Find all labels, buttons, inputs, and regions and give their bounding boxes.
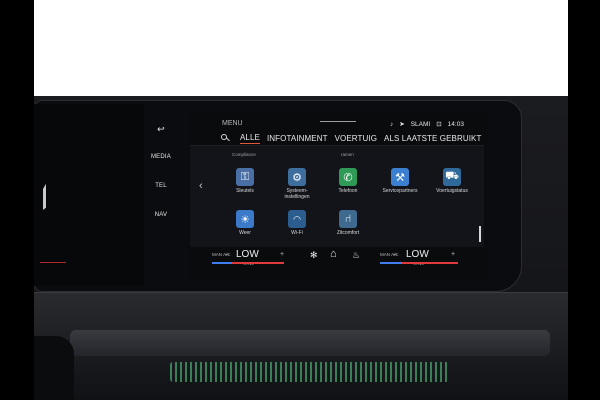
app-label: Weer bbox=[239, 230, 251, 236]
wifi-icon: ◠ bbox=[288, 210, 306, 228]
scrollbar[interactable] bbox=[479, 226, 481, 242]
app-telefoon[interactable]: ✆ Telefoon bbox=[326, 168, 370, 194]
weather-icon: ☀ bbox=[236, 210, 254, 228]
left-temp-scale-cold bbox=[212, 262, 232, 264]
right-temperature[interactable]: LOW bbox=[406, 249, 429, 260]
left-minus-button[interactable]: − bbox=[225, 252, 229, 259]
app-label: Zitcomfort bbox=[336, 230, 360, 236]
cluster-red-line bbox=[40, 262, 66, 263]
app-voertuigstatus[interactable]: ⛟ Voertuigstatus bbox=[430, 168, 474, 194]
seat-icon: ⑁ bbox=[339, 210, 357, 228]
left-temperature[interactable]: LOW bbox=[236, 249, 259, 260]
dashboard-ridge bbox=[70, 330, 550, 356]
location-arrow-icon: ➤ bbox=[399, 121, 405, 128]
home-icon[interactable]: ⌂ bbox=[330, 248, 337, 260]
right-plus-button[interactable]: + bbox=[451, 251, 455, 258]
tel-button[interactable]: TEL bbox=[146, 183, 176, 189]
tab-alle[interactable]: ALLE bbox=[240, 133, 260, 144]
key-icon: ⚿ bbox=[236, 168, 254, 186]
right-temp-scale-warm bbox=[402, 262, 458, 264]
app-systeeminstellingen[interactable]: ⚙ Systeem- instellingen bbox=[275, 168, 319, 200]
app-label: Sleutels bbox=[236, 188, 254, 194]
car-status-icon: ⛟ bbox=[443, 168, 461, 186]
app-weer[interactable]: ☀ Weer bbox=[223, 210, 267, 236]
photo-letterbox-left bbox=[0, 0, 34, 400]
search-icon[interactable] bbox=[221, 134, 230, 143]
app-label: Wi-Fi bbox=[291, 230, 303, 236]
app-label: Voertuigstatus bbox=[436, 188, 468, 194]
message-icon[interactable]: ⊡ bbox=[436, 120, 441, 128]
app-wifi[interactable]: ◠ Wi-Fi bbox=[275, 210, 319, 236]
tab-voertuig[interactable]: VOERTUIG bbox=[335, 134, 377, 143]
chevron-left-icon[interactable]: ‹ bbox=[199, 180, 203, 192]
ambient-light-strip bbox=[170, 362, 450, 382]
app-servicepartners[interactable]: ⚒ Servicepartners bbox=[378, 168, 422, 194]
tab-infotainment[interactable]: INFOTAINMENT bbox=[267, 134, 328, 143]
phone-icon: ✆ bbox=[339, 168, 357, 186]
user-name[interactable]: SLAMI bbox=[411, 121, 431, 128]
menu-tabs: ALLE INFOTAINMENT VOERTUIG ALS LAATSTE G… bbox=[221, 133, 481, 144]
app-sleutels[interactable]: ⚿ Sleutels bbox=[223, 168, 267, 194]
wrench-icon: ⚒ bbox=[391, 168, 409, 186]
background-wall bbox=[34, 0, 568, 108]
sub-label-ramen: ramen bbox=[341, 152, 354, 157]
media-button[interactable]: MEDIA bbox=[146, 154, 176, 160]
status-bar: ♪ ➤ SLAMI ⊡ 14:03 bbox=[390, 120, 464, 129]
climate-bar: MAN A/C − LOW SYNC + ✻ ⌂ ♨ MAN A/C − LOW… bbox=[192, 247, 482, 271]
seat-heat-icon[interactable]: ♨ bbox=[352, 250, 360, 261]
right-minus-button[interactable]: − bbox=[393, 252, 397, 259]
nav-button[interactable]: NAV bbox=[146, 212, 176, 218]
steering-column bbox=[34, 336, 74, 400]
gear-icon: ⚙ bbox=[288, 168, 306, 186]
app-label: Servicepartners bbox=[382, 188, 418, 194]
photo-letterbox-right bbox=[568, 0, 600, 400]
fan-icon[interactable]: ✻ bbox=[310, 250, 318, 261]
music-note-icon: ♪ bbox=[390, 120, 394, 128]
right-temp-scale-cold bbox=[380, 262, 402, 264]
instrument-cluster bbox=[34, 104, 144, 286]
drag-handle[interactable] bbox=[320, 121, 356, 122]
back-button[interactable]: ↩ bbox=[146, 124, 176, 135]
tab-als-laatste-gebruikt[interactable]: ALS LAATSTE GEBRUIKT bbox=[384, 134, 481, 143]
app-label: Systeem- instellingen bbox=[284, 188, 310, 200]
left-plus-button[interactable]: + bbox=[280, 251, 284, 258]
menu-title: MENU bbox=[222, 120, 243, 127]
sub-label-compliance: Compliance bbox=[232, 152, 256, 157]
app-label: Telefoon bbox=[338, 188, 358, 194]
app-zitcomfort[interactable]: ⑁ Zitcomfort bbox=[326, 210, 370, 236]
left-temp-scale-warm bbox=[232, 262, 284, 264]
clock: 14:03 bbox=[447, 120, 464, 128]
